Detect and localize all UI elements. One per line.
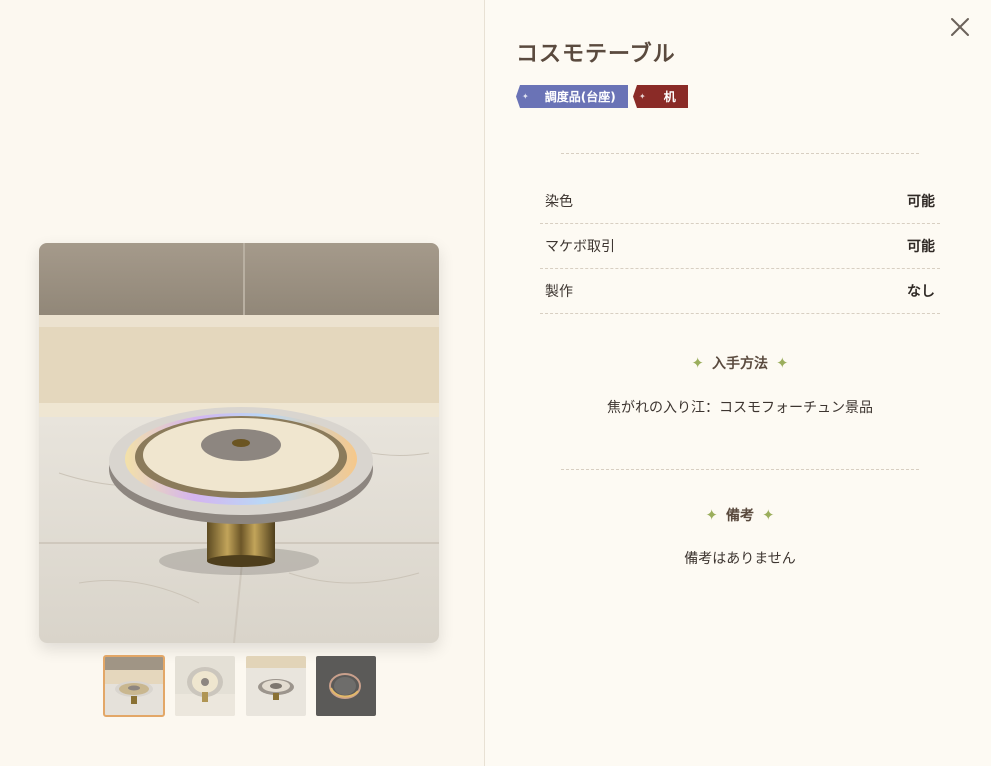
main-item-image: [39, 243, 439, 643]
acquisition-text: 焦がれの入り江：コスモフォーチュン景品: [607, 400, 873, 416]
property-value: なし: [907, 284, 935, 300]
sparkle-icon: ✦: [691, 354, 704, 372]
tag-subcategory[interactable]: ✦ 机: [633, 85, 688, 108]
sparkle-icon: ✦: [762, 506, 775, 524]
tag-dot-icon: ✦: [639, 92, 646, 101]
notes-heading-text: 備考: [726, 508, 754, 524]
property-row: 染色 可能: [540, 179, 940, 224]
thumbnail-3[interactable]: [246, 656, 306, 716]
acquisition-heading-text: 入手方法: [712, 356, 768, 372]
tag-label: 机: [663, 90, 676, 104]
property-label: マケボ取引: [545, 239, 615, 255]
divider: [561, 153, 919, 154]
sparkle-icon: ✦: [705, 506, 718, 524]
property-row: マケボ取引 可能: [540, 224, 940, 269]
tag-label: 調度品(台座): [544, 90, 616, 104]
image-gallery-pane: [0, 0, 485, 766]
thumbnail-4[interactable]: [316, 656, 376, 716]
property-label: 染色: [545, 194, 573, 210]
close-button[interactable]: [948, 15, 972, 39]
notes-heading: ✦ 備考 ✦: [540, 505, 940, 525]
divider: [561, 469, 919, 470]
tag-dot-icon: ✦: [522, 92, 529, 101]
close-icon: [951, 18, 969, 36]
acquisition-heading: ✦ 入手方法 ✦: [540, 353, 940, 373]
thumbnail-1[interactable]: [103, 655, 165, 717]
property-row: 製作 なし: [540, 269, 940, 314]
property-value: 可能: [907, 194, 935, 210]
notes-text: 備考はありません: [684, 551, 796, 567]
detail-pane: [485, 0, 991, 766]
property-value: 可能: [907, 239, 935, 255]
property-label: 製作: [545, 284, 573, 300]
tag-category[interactable]: ✦ 調度品(台座): [516, 85, 628, 108]
item-title: コスモテーブル: [516, 42, 676, 67]
thumbnail-2[interactable]: [175, 656, 235, 716]
sparkle-icon: ✦: [776, 354, 789, 372]
thumbnail-strip: [103, 655, 376, 718]
